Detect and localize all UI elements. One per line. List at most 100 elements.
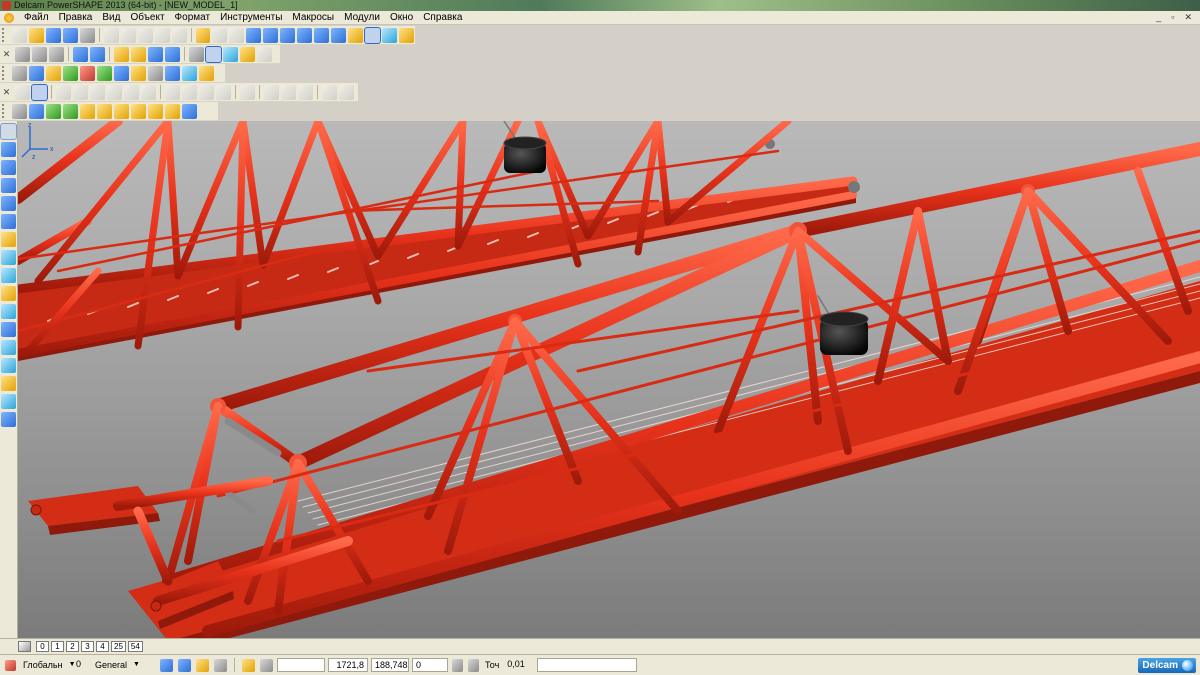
view-front-icon[interactable]	[15, 46, 30, 62]
render-view-icon[interactable]	[223, 46, 238, 62]
graphics-viewport[interactable]: z x z	[18, 121, 1200, 638]
toolbar-close-icon[interactable]: ✕	[2, 49, 11, 59]
solid-loft-icon[interactable]	[216, 84, 231, 100]
select-arrow-icon[interactable]	[0, 123, 17, 140]
copy-icon[interactable]	[120, 27, 136, 43]
lasso-select-icon[interactable]	[280, 27, 296, 43]
feature-green-icon[interactable]	[46, 103, 61, 119]
select-levels-icon[interactable]	[196, 658, 209, 672]
solid-sphere-icon[interactable]	[107, 84, 122, 100]
select-icon[interactable]	[246, 27, 262, 43]
measure-icon[interactable]	[229, 27, 245, 43]
tool-icon[interactable]	[1, 394, 16, 409]
solid-cone-icon[interactable]	[90, 84, 105, 100]
text-create-icon[interactable]	[1, 232, 16, 247]
hand-icon[interactable]	[257, 46, 272, 62]
menu-tools[interactable]: Инструменты	[215, 11, 287, 25]
axis-icon[interactable]	[29, 103, 44, 119]
level-select[interactable]: General ▼	[92, 658, 156, 672]
coordinate-x[interactable]: 1721,8	[328, 658, 368, 672]
magic-wand-icon[interactable]	[398, 27, 414, 43]
wireframe-icon[interactable]	[189, 46, 204, 62]
clipboard-icon[interactable]	[214, 658, 227, 672]
calculator-icon[interactable]	[12, 65, 27, 81]
solid-block-icon[interactable]	[56, 84, 71, 100]
curve-icon[interactable]	[1, 214, 16, 229]
menu-view[interactable]: Вид	[97, 11, 125, 25]
document-icon[interactable]	[29, 65, 44, 81]
toolbar-close-icon[interactable]: ✕	[2, 87, 11, 97]
view-iso-icon[interactable]	[49, 46, 64, 62]
menu-format[interactable]: Формат	[170, 11, 216, 25]
menu-object[interactable]: Объект	[125, 11, 169, 25]
eraser-icon[interactable]	[154, 27, 170, 43]
electrode-icon[interactable]	[1, 340, 16, 355]
view-top-icon[interactable]	[73, 46, 88, 62]
menu-file[interactable]: Файл	[19, 11, 54, 25]
snap-settings-icon[interactable]	[242, 658, 255, 672]
toolbar-grip[interactable]	[2, 104, 8, 118]
solid-active-icon[interactable]	[31, 83, 48, 101]
solid-create-icon[interactable]	[1, 286, 16, 301]
transform-icon[interactable]	[1, 412, 16, 427]
drawing-icon[interactable]	[1, 358, 16, 373]
zoom-out-icon[interactable]	[165, 46, 180, 62]
solid-sweep-icon[interactable]	[199, 84, 214, 100]
solid-boolean-icon[interactable]	[240, 84, 255, 100]
layer-tab[interactable]: 1	[51, 641, 64, 652]
text-icon[interactable]	[331, 27, 347, 43]
select-all-icon[interactable]	[160, 658, 173, 672]
dimension-icon[interactable]	[1, 250, 16, 265]
workplane-status-icon[interactable]	[5, 659, 16, 671]
layers-icon[interactable]	[18, 641, 31, 652]
paste-icon[interactable]	[137, 27, 153, 43]
feature-group-icon[interactable]	[80, 103, 95, 119]
assembly-icon[interactable]	[199, 65, 214, 81]
toolbar-grip[interactable]	[2, 66, 8, 80]
surface-icon[interactable]	[182, 65, 197, 81]
calculator-status-icon[interactable]	[452, 658, 463, 672]
toolbar-grip[interactable]	[2, 28, 8, 42]
layer-tab[interactable]: 25	[111, 641, 126, 652]
print-icon[interactable]	[79, 27, 95, 43]
app-menu-icon[interactable]	[4, 12, 14, 23]
redo-icon[interactable]	[212, 27, 228, 43]
snap-tolerance[interactable]: 0,01	[504, 658, 534, 672]
workplane-create-icon[interactable]	[1, 142, 16, 157]
solid-chamfer-icon[interactable]	[281, 84, 296, 100]
zoom-in-icon[interactable]	[148, 46, 163, 62]
solid-shell-icon[interactable]	[298, 84, 313, 100]
solid-revolve-icon[interactable]	[182, 84, 197, 100]
shaded-icon[interactable]	[205, 45, 222, 63]
arc-icon[interactable]	[1, 196, 16, 211]
coordinate-mode-icon[interactable]	[468, 658, 479, 672]
info-icon[interactable]	[165, 65, 180, 81]
feature-create-icon[interactable]	[1, 376, 16, 391]
model-icon[interactable]	[46, 65, 61, 81]
delcam-logo[interactable]: Delcam	[1138, 657, 1196, 673]
feature-boss-icon[interactable]	[114, 103, 129, 119]
feature-hole-icon[interactable]	[97, 103, 112, 119]
coordinate-z[interactable]: 0	[412, 658, 448, 672]
level-icon[interactable]	[1, 160, 16, 175]
menu-edit[interactable]: Правка	[54, 11, 98, 25]
layer-tab[interactable]: 54	[127, 641, 143, 652]
cut-icon[interactable]	[103, 27, 119, 43]
layer-tab[interactable]: 4	[96, 641, 109, 652]
view-isometric-icon[interactable]	[90, 46, 105, 62]
restore-button[interactable]: ▫	[1171, 12, 1174, 23]
solid-mirror-icon[interactable]	[339, 84, 354, 100]
select-point-icon[interactable]	[263, 27, 279, 43]
workplane-select[interactable]: Глобальн ▼	[20, 658, 76, 672]
feature-rib-icon[interactable]	[148, 103, 163, 119]
solid-torus-icon[interactable]	[124, 84, 139, 100]
delete-icon[interactable]	[171, 27, 187, 43]
mesh-icon[interactable]	[1, 304, 16, 319]
undo-icon[interactable]	[195, 27, 211, 43]
new-model-icon[interactable]	[11, 27, 27, 43]
solid-extrude-icon[interactable]	[165, 84, 180, 100]
shaded-view-icon[interactable]	[364, 26, 381, 44]
recent-models-icon[interactable]	[45, 27, 61, 43]
solid-new-icon[interactable]	[15, 84, 30, 100]
arrow-icon[interactable]	[114, 65, 129, 81]
